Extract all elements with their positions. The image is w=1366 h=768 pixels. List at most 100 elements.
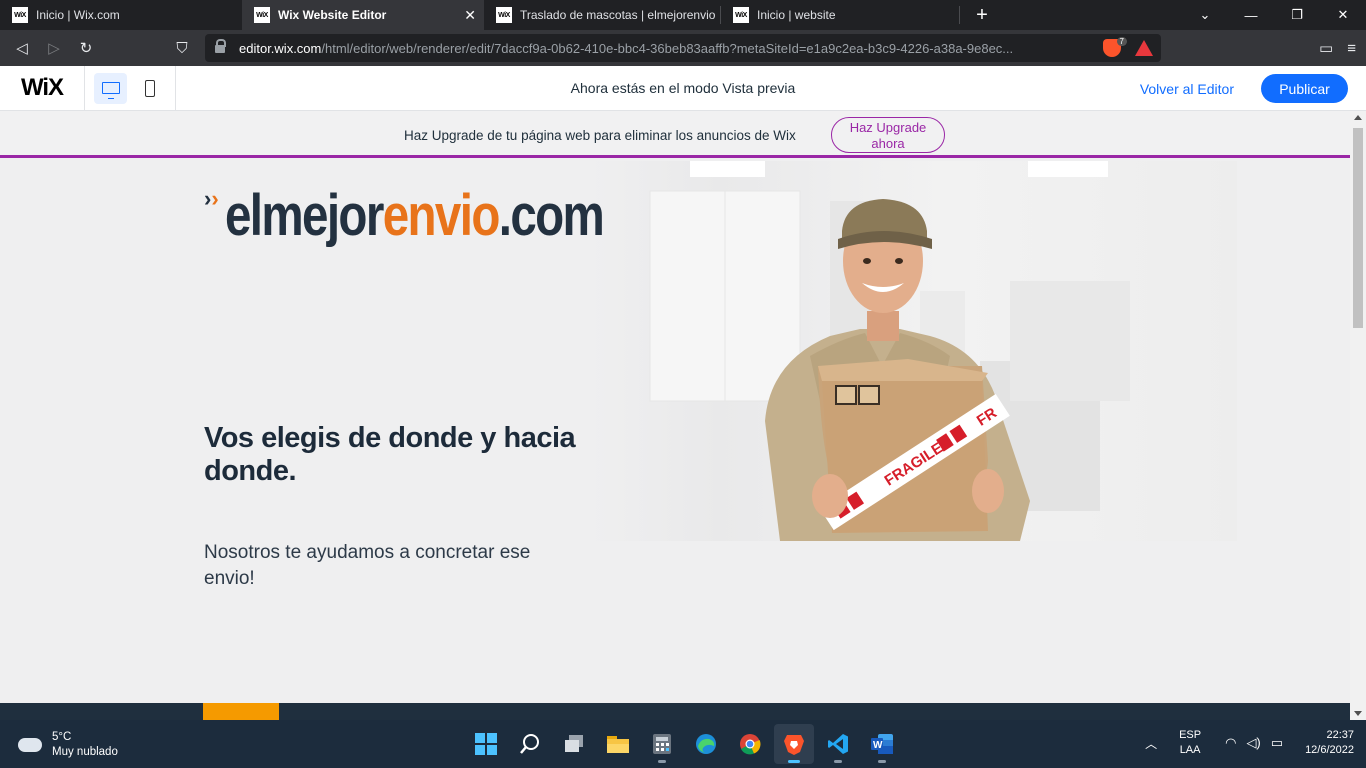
wix-favicon-icon: WiX xyxy=(12,7,28,23)
divider xyxy=(175,65,176,111)
toolbar-right: ▭ ≡ xyxy=(1319,30,1356,66)
show-hidden-icons-chevron-icon[interactable]: ︿ xyxy=(1145,735,1157,752)
desktop-view-button[interactable] xyxy=(94,72,127,104)
site-logo[interactable]: ›› elmejorenvio.com xyxy=(204,186,686,246)
clock-time: 22:37 xyxy=(1326,729,1354,741)
site-logo-text: elmejorenvio.com xyxy=(224,183,605,248)
tab-traslado-mascotas[interactable]: WiX Traslado de mascotas | elmejorenvio xyxy=(484,0,720,30)
taskbar-apps: W xyxy=(466,724,902,764)
svg-text:W: W xyxy=(873,740,883,751)
lock-icon xyxy=(215,39,226,53)
bookmark-icon[interactable]: ⛉ xyxy=(166,32,198,64)
wix-favicon-icon: WiX xyxy=(733,7,749,23)
forward-arrow-icon[interactable]: ▷ xyxy=(38,32,70,64)
task-view-button[interactable] xyxy=(554,724,594,764)
chrome-button[interactable] xyxy=(730,724,770,764)
url-host: editor.wix.com xyxy=(239,40,322,56)
tab-divider xyxy=(959,6,960,24)
page-scrollbar[interactable] xyxy=(1350,111,1366,720)
logo-chevrons-icon: ›› xyxy=(204,186,219,211)
search-button[interactable] xyxy=(510,724,550,764)
brave-button[interactable] xyxy=(774,724,814,764)
upgrade-banner-text: Haz Upgrade de tu página web para elimin… xyxy=(404,128,796,143)
reload-icon[interactable]: ↻ xyxy=(70,32,102,64)
word-button[interactable]: W xyxy=(862,724,902,764)
publish-button[interactable]: Publicar xyxy=(1261,74,1348,103)
logo-part-dotcom: .com xyxy=(498,183,604,248)
minimize-button[interactable]: — xyxy=(1228,0,1274,30)
search-icon xyxy=(520,734,539,754)
logo-part-elmejor: elmejor xyxy=(224,183,384,248)
brave-lion-icon xyxy=(784,735,804,755)
tab-wix-website-editor[interactable]: WiX Wix Website Editor ✕ xyxy=(242,0,484,30)
running-indicator xyxy=(878,760,886,763)
clock-date: 12/6/2022 xyxy=(1305,744,1354,756)
weather-widget[interactable]: 5°C Muy nublado xyxy=(16,730,118,760)
browser-tab-strip: WiX Inicio | Wix.com WiX Wix Website Edi… xyxy=(0,0,1366,30)
window-controls: ⌄ — ❐ ✕ xyxy=(1182,0,1366,30)
vscode-button[interactable] xyxy=(818,724,858,764)
calculator-button[interactable] xyxy=(642,724,682,764)
shields-count-badge: 7 xyxy=(1116,37,1127,46)
maximize-button[interactable]: ❐ xyxy=(1274,0,1320,30)
wifi-icon[interactable]: ◠ xyxy=(1225,735,1236,751)
word-icon: W xyxy=(871,734,893,754)
upgrade-now-button[interactable]: Haz Upgrade ahora xyxy=(831,117,945,153)
back-to-editor-link[interactable]: Volver al Editor xyxy=(1140,81,1234,97)
tab-inicio-website[interactable]: WiX Inicio | website xyxy=(721,0,959,30)
language-code: ESP xyxy=(1179,729,1202,741)
keyboard-layout: LAA xyxy=(1179,744,1201,756)
address-bar[interactable]: editor.wix.com/html/editor/web/renderer/… xyxy=(205,34,1161,62)
tab-label: Inicio | Wix.com xyxy=(36,8,120,22)
system-tray: ︿ ESP LAA ◠ ◁) ▭ 22:37 12/6/2022 xyxy=(1145,728,1354,758)
tab-inicio-wix[interactable]: WiX Inicio | Wix.com xyxy=(0,0,242,30)
close-tab-icon[interactable]: ✕ xyxy=(464,7,476,24)
url-path: /html/editor/web/renderer/edit/7daccf9a-… xyxy=(321,40,1014,56)
hero-subtext: Nosotros te ayudamos a concretar ese env… xyxy=(204,542,531,589)
running-indicator xyxy=(658,760,666,763)
windows-taskbar: 5°C Muy nublado W ︿ ESP LAA ◠ ◁) ▭ 22:37… xyxy=(0,720,1366,768)
edge-browser-icon xyxy=(696,734,716,754)
weather-temperature: 5°C xyxy=(52,731,72,743)
wix-favicon-icon: WiX xyxy=(254,7,270,23)
folder-icon xyxy=(607,736,629,753)
chrome-icon xyxy=(740,734,761,755)
footer-accent-bar xyxy=(203,703,279,720)
tab-label: Wix Website Editor xyxy=(278,8,387,22)
site-viewport: Haz Upgrade de tu página web para elimin… xyxy=(0,111,1350,720)
menu-icon[interactable]: ≡ xyxy=(1347,40,1356,57)
back-arrow-icon[interactable]: ◁ xyxy=(6,32,38,64)
clock[interactable]: 22:37 12/6/2022 xyxy=(1305,728,1354,758)
delivery-man-illustration: FRAGILE FR xyxy=(649,161,1130,541)
edge-button[interactable] xyxy=(686,724,726,764)
volume-icon[interactable]: ◁) xyxy=(1246,735,1260,751)
calculator-icon xyxy=(653,734,671,754)
new-tab-plus-icon[interactable]: + xyxy=(972,4,992,27)
partly-cloudy-icon xyxy=(16,732,42,752)
tab-search-chevron-icon[interactable]: ⌄ xyxy=(1182,0,1228,30)
running-indicator xyxy=(788,760,800,763)
wallet-icon[interactable]: ▭ xyxy=(1319,39,1333,57)
windows-logo-icon xyxy=(475,733,497,755)
tab-label: Inicio | website xyxy=(757,8,836,22)
mobile-view-button[interactable] xyxy=(133,73,166,104)
battery-icon[interactable]: ▭ xyxy=(1271,735,1283,751)
brave-rewards-icon[interactable] xyxy=(1135,40,1153,56)
mobile-icon xyxy=(144,79,155,97)
wix-logo[interactable]: WiX xyxy=(0,65,85,111)
task-view-icon xyxy=(565,735,583,752)
close-window-button[interactable]: ✕ xyxy=(1320,0,1366,30)
scroll-up-arrow-icon[interactable] xyxy=(1354,115,1362,120)
vscode-icon xyxy=(828,734,848,754)
desktop-icon xyxy=(101,82,120,99)
upgrade-banner: Haz Upgrade de tu página web para elimin… xyxy=(0,111,1350,158)
start-button[interactable] xyxy=(466,724,506,764)
tab-label: Traslado de mascotas | elmejorenvio xyxy=(520,8,716,22)
file-explorer-button[interactable] xyxy=(598,724,638,764)
weather-description: Muy nublado xyxy=(52,746,118,758)
input-language-indicator[interactable]: ESP LAA xyxy=(1179,728,1201,758)
logo-part-envio: envio xyxy=(382,183,500,248)
browser-toolbar: ◁ ▷ ↻ ⛉ editor.wix.com/html/editor/web/r… xyxy=(0,30,1366,66)
scrollbar-thumb[interactable] xyxy=(1353,128,1363,328)
scroll-down-arrow-icon[interactable] xyxy=(1354,711,1362,716)
